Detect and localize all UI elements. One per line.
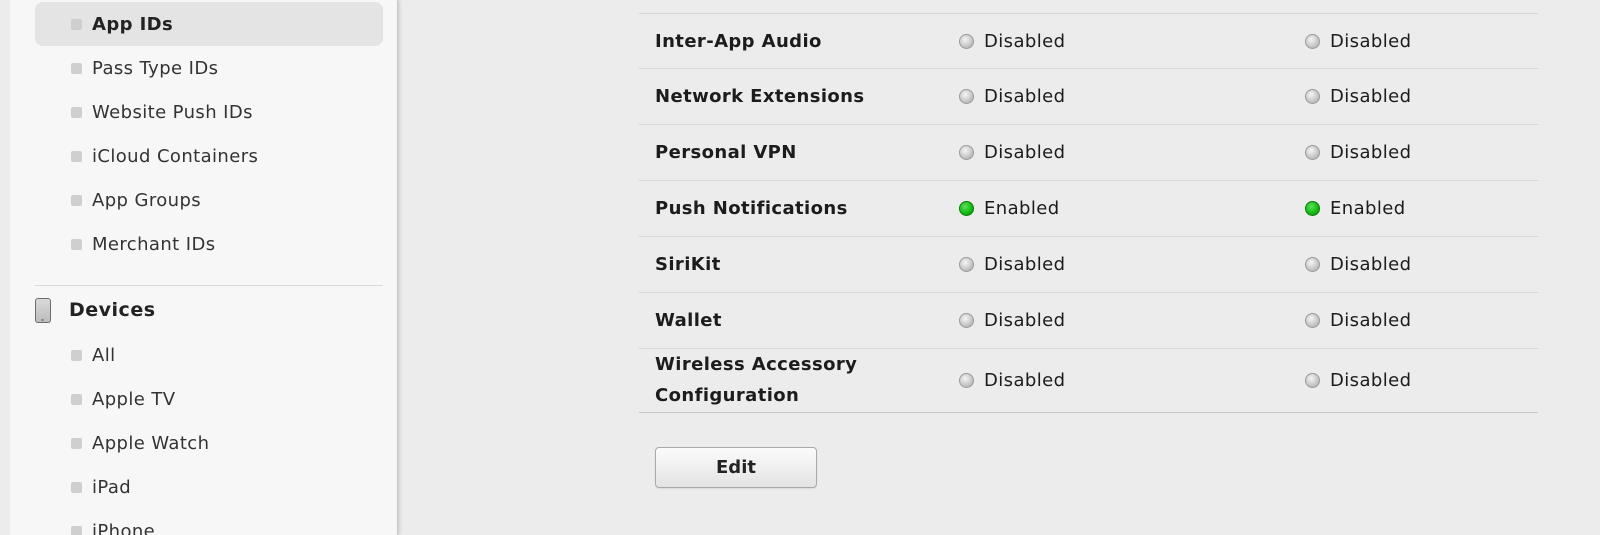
sidebar-item-all[interactable]: All xyxy=(35,333,383,377)
status-disabled-icon xyxy=(1305,89,1320,104)
capability-name: SiriKit xyxy=(655,254,721,275)
status-text: Disabled xyxy=(984,254,1066,275)
bullet-icon xyxy=(71,106,82,118)
bullet-icon xyxy=(71,18,82,30)
sidebar-item-label: Merchant IDs xyxy=(92,233,216,255)
ipad-device-icon xyxy=(35,298,51,323)
status-text: Enabled xyxy=(984,198,1060,219)
status-text: Disabled xyxy=(1330,254,1412,275)
status-text: Disabled xyxy=(984,31,1066,52)
bullet-icon xyxy=(71,437,82,449)
sidebar-item-label: Apple TV xyxy=(92,388,176,410)
section-title: Devices xyxy=(69,299,156,321)
sidebar-item-label: App IDs xyxy=(92,13,174,35)
development-status: Disabled xyxy=(959,365,1065,396)
sidebar-item-app-groups[interactable]: App Groups xyxy=(35,178,383,222)
status-text: Disabled xyxy=(984,310,1066,331)
development-status: Disabled xyxy=(959,305,1065,336)
development-status: Enabled xyxy=(959,193,1060,224)
bullet-icon xyxy=(71,238,82,250)
table-row: Personal VPN Disabled Disabled xyxy=(639,125,1538,181)
sidebar-divider xyxy=(35,285,383,286)
sidebar-item-label: iCloud Containers xyxy=(92,145,259,167)
sidebar-item-ipad[interactable]: iPad xyxy=(35,465,383,509)
devices-section-header: Devices xyxy=(35,292,383,328)
capability-name: Personal VPN xyxy=(655,142,797,163)
capability-name: Wireless Accessory Configuration xyxy=(655,354,858,406)
sidebar: App IDs Pass Type IDs Website Push IDs i… xyxy=(10,0,398,535)
development-status: Disabled xyxy=(959,137,1065,168)
development-status: Disabled xyxy=(959,249,1065,280)
status-text: Disabled xyxy=(1330,142,1412,163)
capability-name: Wallet xyxy=(655,310,722,331)
bullet-icon xyxy=(71,393,82,405)
distribution-status: Disabled xyxy=(1305,26,1411,57)
sidebar-item-iphone[interactable]: iPhone xyxy=(35,509,383,535)
status-text: Disabled xyxy=(1330,31,1412,52)
distribution-status: Disabled xyxy=(1305,249,1411,280)
table-row: Wireless Accessory Configuration Disable… xyxy=(639,349,1538,412)
development-status: Disabled xyxy=(959,26,1065,57)
status-disabled-icon xyxy=(1305,373,1320,388)
table-row: SiriKit Disabled Disabled xyxy=(639,237,1538,293)
capability-name: Push Notifications xyxy=(655,198,848,219)
status-enabled-icon xyxy=(1305,201,1320,216)
status-text: Disabled xyxy=(984,142,1066,163)
status-text: Disabled xyxy=(984,370,1066,391)
capability-name: Inter-App Audio xyxy=(655,31,822,52)
status-disabled-icon xyxy=(959,373,974,388)
status-disabled-icon xyxy=(1305,34,1320,49)
bullet-icon xyxy=(71,194,82,206)
development-status: Disabled xyxy=(959,81,1065,112)
status-text: Enabled xyxy=(1330,198,1406,219)
capability-name: Network Extensions xyxy=(655,86,865,107)
sidebar-item-app-ids[interactable]: App IDs xyxy=(35,2,383,46)
status-disabled-icon xyxy=(1305,257,1320,272)
status-enabled-icon xyxy=(959,201,974,216)
sidebar-item-apple-watch[interactable]: Apple Watch xyxy=(35,421,383,465)
sidebar-item-label: iPhone xyxy=(92,520,156,535)
table-row: Inter-App Audio Disabled Disabled xyxy=(639,13,1538,69)
status-text: Disabled xyxy=(1330,86,1412,107)
bullet-icon xyxy=(71,481,82,493)
bullet-icon xyxy=(71,349,82,361)
status-disabled-icon xyxy=(1305,145,1320,160)
sidebar-item-label: All xyxy=(92,344,116,366)
status-disabled-icon xyxy=(959,145,974,160)
bullet-icon xyxy=(71,62,82,74)
sidebar-item-label: Pass Type IDs xyxy=(92,57,219,79)
sidebar-item-merchant-ids[interactable]: Merchant IDs xyxy=(35,222,383,266)
status-text: Disabled xyxy=(1330,310,1412,331)
distribution-status: Enabled xyxy=(1305,193,1406,224)
status-disabled-icon xyxy=(959,34,974,49)
status-disabled-icon xyxy=(959,313,974,328)
status-disabled-icon xyxy=(959,257,974,272)
distribution-status: Disabled xyxy=(1305,81,1411,112)
table-row: Network Extensions Disabled Disabled xyxy=(639,69,1538,125)
sidebar-item-pass-type-ids[interactable]: Pass Type IDs xyxy=(35,46,383,90)
status-disabled-icon xyxy=(1305,313,1320,328)
sidebar-item-apple-tv[interactable]: Apple TV xyxy=(35,377,383,421)
distribution-status: Disabled xyxy=(1305,365,1411,396)
sidebar-item-label: App Groups xyxy=(92,189,202,211)
distribution-status: Disabled xyxy=(1305,137,1411,168)
status-disabled-icon xyxy=(959,89,974,104)
sidebar-item-icloud-containers[interactable]: iCloud Containers xyxy=(35,134,383,178)
status-text: Disabled xyxy=(984,86,1066,107)
table-row: Wallet Disabled Disabled xyxy=(639,293,1538,349)
table-bottom-border xyxy=(639,412,1538,413)
bullet-icon xyxy=(71,525,82,535)
status-text: Disabled xyxy=(1330,370,1412,391)
sidebar-item-label: iPad xyxy=(92,476,132,498)
bullet-icon xyxy=(71,150,82,162)
table-row: Push Notifications Enabled Enabled xyxy=(639,181,1538,237)
distribution-status: Disabled xyxy=(1305,305,1411,336)
sidebar-item-label: Website Push IDs xyxy=(92,101,253,123)
edit-button[interactable]: Edit xyxy=(655,447,817,488)
sidebar-item-label: Apple Watch xyxy=(92,432,210,454)
sidebar-item-website-push-ids[interactable]: Website Push IDs xyxy=(35,90,383,134)
